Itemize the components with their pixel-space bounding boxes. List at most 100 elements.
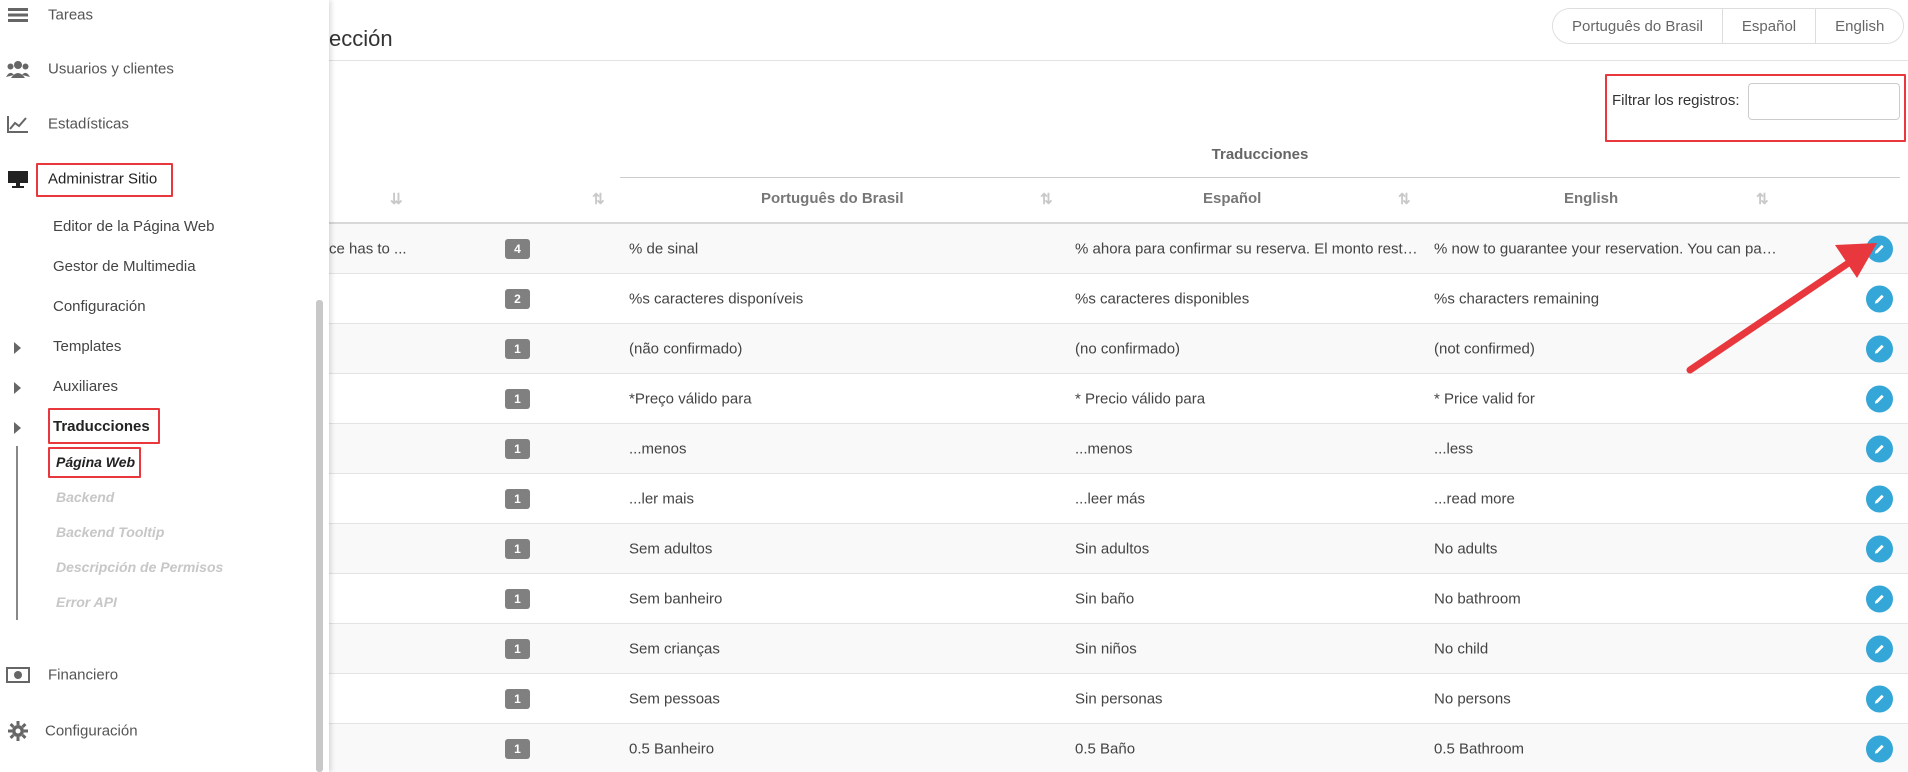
monitor-icon: [6, 169, 30, 189]
table-row: 1 Sem adultos Sin adultos No adults: [329, 524, 1908, 574]
translations-group-header: Traducciones: [1211, 146, 1309, 163]
table-row: 1 Sem crianças Sin niños No child: [329, 624, 1908, 674]
sidebar-item-label: Configuración: [45, 722, 138, 740]
sidebar-item-tareas[interactable]: Tareas: [0, 0, 310, 30]
sidebar-item-label: Usuarios y clientes: [48, 60, 174, 78]
edit-button[interactable]: [1866, 285, 1893, 312]
sidebar-item-label: Estadísticas: [48, 115, 129, 133]
sidebar-scrollbar[interactable]: [316, 300, 323, 772]
cell-pt: Sem banheiro: [629, 590, 723, 607]
cell-en: ...less: [1434, 440, 1474, 457]
gear-icon: [6, 721, 30, 741]
table-row: 1 0.5 Banheiro 0.5 Baño 0.5 Bathroom: [329, 724, 1908, 772]
cell-es: Sin niños: [1075, 640, 1137, 657]
cell-es: Sin baño: [1075, 590, 1135, 607]
cell-en: No adults: [1434, 540, 1498, 557]
table-row: 1 (não confirmado) (no confirmado) (not con…: [329, 324, 1908, 374]
filter-input[interactable]: [1748, 83, 1900, 120]
cell-es: Sin personas: [1075, 690, 1163, 707]
leaf-descripcion-permisos[interactable]: Descripción de Permisos: [56, 559, 223, 575]
edit-button[interactable]: [1866, 485, 1893, 512]
usage-count-badge: 4: [505, 238, 530, 259]
edit-button[interactable]: [1866, 435, 1893, 462]
sidebar-subitem-auxiliares[interactable]: Auxiliares: [53, 378, 118, 395]
cell-pt: % de sinal: [629, 240, 699, 257]
sort-icon[interactable]: ⇅: [592, 190, 605, 208]
cell-en: ...read more: [1434, 490, 1515, 507]
sidebar-subitem-multimedia[interactable]: Gestor de Multimedia: [53, 258, 196, 275]
cell-en: (not confirmed): [1434, 340, 1535, 357]
column-header-en[interactable]: English: [1564, 190, 1618, 207]
pencil-icon: [1874, 294, 1884, 304]
divider: [620, 177, 1900, 178]
sidebar-subitem-templates[interactable]: Templates: [53, 338, 121, 355]
sidebar-subitem-configuracion[interactable]: Configuración: [53, 298, 146, 315]
lang-button-es[interactable]: Español: [1721, 9, 1816, 43]
pencil-icon: [1874, 344, 1884, 354]
lang-button-pt[interactable]: Português do Brasil: [1553, 9, 1722, 43]
table-row: 1 ...menos ...menos ...less: [329, 424, 1908, 474]
edit-button[interactable]: [1866, 385, 1893, 412]
edit-button[interactable]: [1866, 685, 1893, 712]
column-header-es[interactable]: Español: [1203, 190, 1261, 207]
sidebar-item-users[interactable]: Usuarios y clientes: [0, 54, 310, 84]
edit-button[interactable]: [1866, 735, 1893, 762]
column-header-pt[interactable]: Português do Brasil: [761, 190, 904, 207]
cell-en: No persons: [1434, 690, 1511, 707]
sidebar-item-label: Administrar Sitio: [48, 170, 158, 188]
expand-caret-icon[interactable]: [14, 382, 21, 394]
table-row: ce has to ... 4 % de sinal % ahora para con…: [329, 224, 1908, 274]
sidebar-item-configuracion-bottom[interactable]: Configuración: [0, 716, 310, 746]
leaf-backend-tooltip[interactable]: Backend Tooltip: [56, 524, 164, 540]
usage-count-badge: 1: [505, 738, 530, 759]
usage-count-badge: 1: [505, 338, 530, 359]
pencil-icon: [1874, 444, 1884, 454]
sidebar-item-estadisticas[interactable]: Estadísticas: [0, 109, 310, 139]
filter-label: Filtrar los registros:: [1612, 92, 1740, 109]
leaf-pagina-web[interactable]: Página Web: [56, 454, 135, 470]
pencil-icon: [1874, 244, 1884, 254]
sidebar-item-financiero[interactable]: Financiero: [0, 660, 310, 690]
sort-icon[interactable]: ⇅: [1040, 190, 1053, 208]
cell-es: ...leer más: [1075, 490, 1146, 507]
usage-count-badge: 1: [505, 688, 530, 709]
cell-en: No child: [1434, 640, 1489, 657]
cell-en: % now to guarantee your reservation. You…: [1434, 240, 1784, 257]
lang-button-en[interactable]: English: [1815, 9, 1904, 43]
row-key: ce has to ...: [329, 240, 407, 257]
pencil-icon: [1874, 694, 1884, 704]
cell-pt: 0.5 Banheiro: [629, 740, 715, 757]
expand-caret-icon[interactable]: [14, 422, 21, 434]
sidebar-item-administrar-sitio[interactable]: Administrar Sitio: [0, 164, 310, 194]
leaf-backend[interactable]: Backend: [56, 489, 114, 505]
sort-icon[interactable]: ⇅: [1756, 190, 1769, 208]
expand-caret-icon[interactable]: [14, 342, 21, 354]
edit-button[interactable]: [1866, 235, 1893, 262]
leaf-error-api[interactable]: Error API: [56, 594, 117, 610]
sort-icon[interactable]: ⇊: [390, 190, 403, 208]
translations-table-body: ce has to ... 4 % de sinal % ahora para con…: [329, 224, 1908, 772]
edit-button[interactable]: [1866, 585, 1893, 612]
pencil-icon: [1874, 744, 1884, 754]
edit-button[interactable]: [1866, 535, 1893, 562]
usage-count-badge: 1: [505, 638, 530, 659]
cell-es: * Precio válido para: [1075, 390, 1206, 407]
users-icon: [6, 59, 30, 79]
cell-pt: ...menos: [629, 440, 687, 457]
sidebar-subitem-editor[interactable]: Editor de la Página Web: [53, 218, 215, 235]
table-row: 2 %s caracteres disponíveis %s caracteres …: [329, 274, 1908, 324]
cell-es: 0.5 Baño: [1075, 740, 1136, 757]
pencil-icon: [1874, 544, 1884, 554]
sort-icon[interactable]: ⇅: [1398, 190, 1411, 208]
table-row: 1 Sem pessoas Sin personas No persons: [329, 674, 1908, 724]
table-row: 1 Sem banheiro Sin baño No bathroom: [329, 574, 1908, 624]
edit-button[interactable]: [1866, 635, 1893, 662]
edit-button[interactable]: [1866, 335, 1893, 362]
cell-en: * Price valid for: [1434, 390, 1535, 407]
cell-es: %s caracteres disponibles: [1075, 290, 1250, 307]
usage-count-badge: 1: [505, 438, 530, 459]
pencil-icon: [1874, 394, 1884, 404]
pencil-icon: [1874, 644, 1884, 654]
sidebar-subitem-traducciones[interactable]: Traducciones: [53, 418, 150, 435]
cell-en: 0.5 Bathroom: [1434, 740, 1525, 757]
